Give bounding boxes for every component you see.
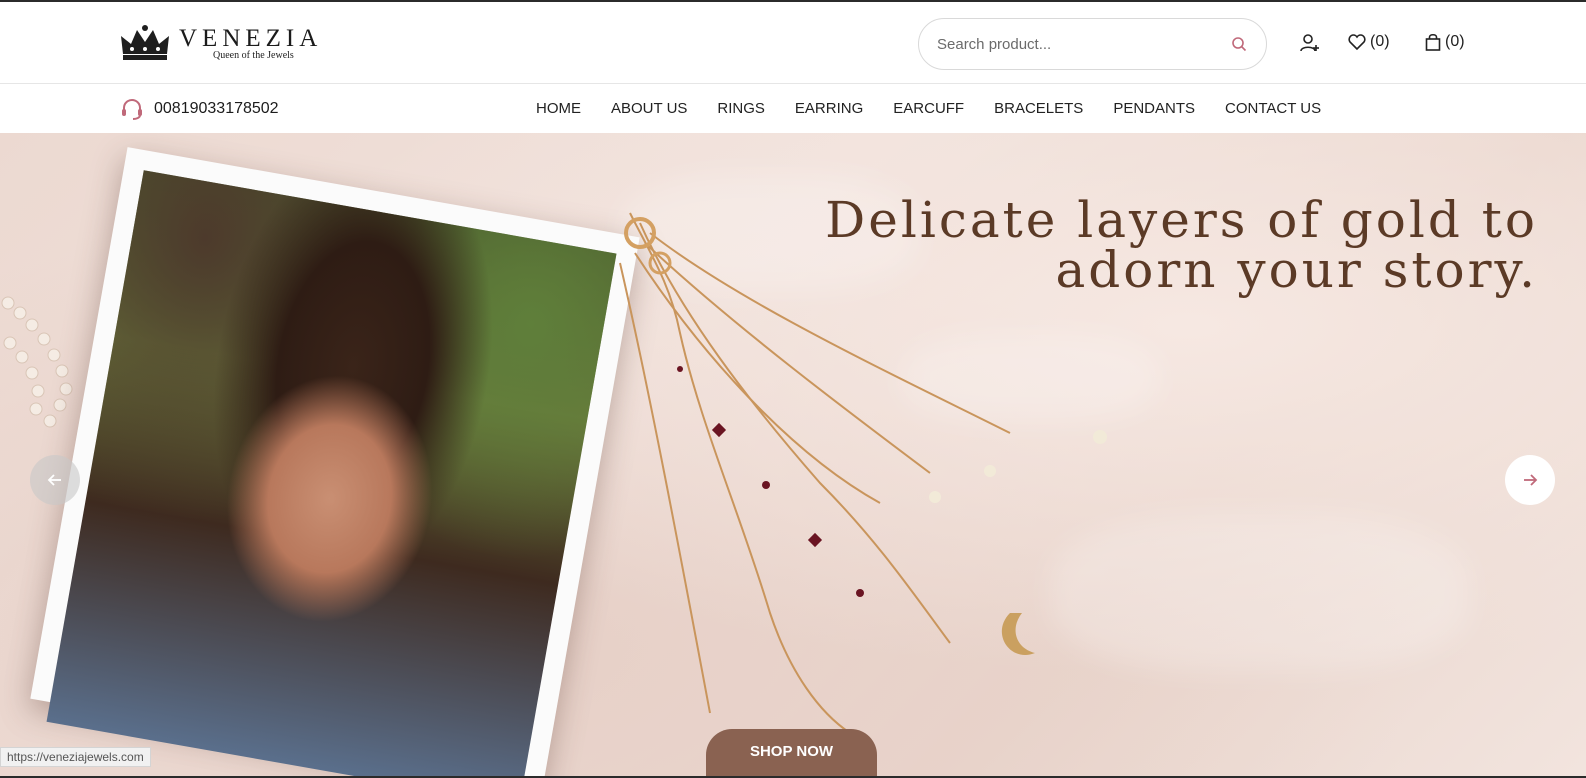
nav-earcuff[interactable]: EARCUFF [893, 100, 964, 117]
shop-now-button[interactable]: SHOP NOW [706, 729, 877, 776]
model-photo-frame [30, 147, 640, 776]
headset-icon [122, 98, 142, 120]
search-input[interactable] [937, 32, 1217, 56]
hero-headline-line-1: Delicate layers of gold to [825, 191, 1538, 249]
wishlist-button[interactable]: (0) [1348, 33, 1390, 51]
user-add-icon [1300, 34, 1319, 52]
nav-contact-us[interactable]: CONTACT US [1225, 100, 1321, 117]
phone-contact[interactable]: 00819033178502 [120, 97, 279, 121]
search-box [918, 18, 1267, 70]
nav-about-us[interactable]: ABOUT US [611, 100, 687, 117]
arrow-left-icon [47, 474, 61, 486]
navbar: 00819033178502 HOME ABOUT US RINGS EARRI… [0, 85, 1586, 133]
main-nav: HOME ABOUT US RINGS EARRING EARCUFF BRAC… [536, 100, 1351, 117]
nav-pendants[interactable]: PENDANTS [1113, 100, 1195, 117]
crown-icon [121, 25, 169, 60]
cart-count: (0) [1445, 33, 1465, 50]
wishlist-count: (0) [1370, 33, 1390, 50]
brand-tagline: Queen of the Jewels [213, 50, 294, 61]
carousel-next-button[interactable] [1505, 455, 1555, 505]
logo[interactable]: VENEZIA Queen of the Jewels [119, 24, 329, 64]
search-icon[interactable] [1231, 36, 1247, 52]
brand-name: VENEZIA [179, 25, 323, 52]
header: VENEZIA Queen of the Jewels (0) [0, 2, 1586, 84]
account-button[interactable] [1300, 33, 1320, 53]
hero-headline-line-2: adorn your story. [1055, 241, 1538, 299]
model-photo [46, 170, 617, 776]
nav-home[interactable]: HOME [536, 100, 581, 117]
nav-bracelets[interactable]: BRACELETS [994, 100, 1083, 117]
status-bar-url: https://veneziajewels.com [0, 747, 151, 767]
hero-headline: Delicate layers of gold to adorn your st… [818, 195, 1538, 295]
shopping-bag-icon [1425, 33, 1441, 51]
nav-earring[interactable]: EARRING [795, 100, 863, 117]
carousel-prev-button[interactable] [30, 455, 80, 505]
arrow-right-icon [1524, 474, 1538, 486]
cart-button[interactable]: (0) [1425, 33, 1465, 51]
heart-icon [1348, 34, 1366, 51]
phone-number: 00819033178502 [154, 100, 279, 117]
nav-rings[interactable]: RINGS [717, 100, 765, 117]
hero-banner: Delicate layers of gold to adorn your st… [0, 133, 1586, 776]
page: VENEZIA Queen of the Jewels (0) [0, 2, 1586, 776]
